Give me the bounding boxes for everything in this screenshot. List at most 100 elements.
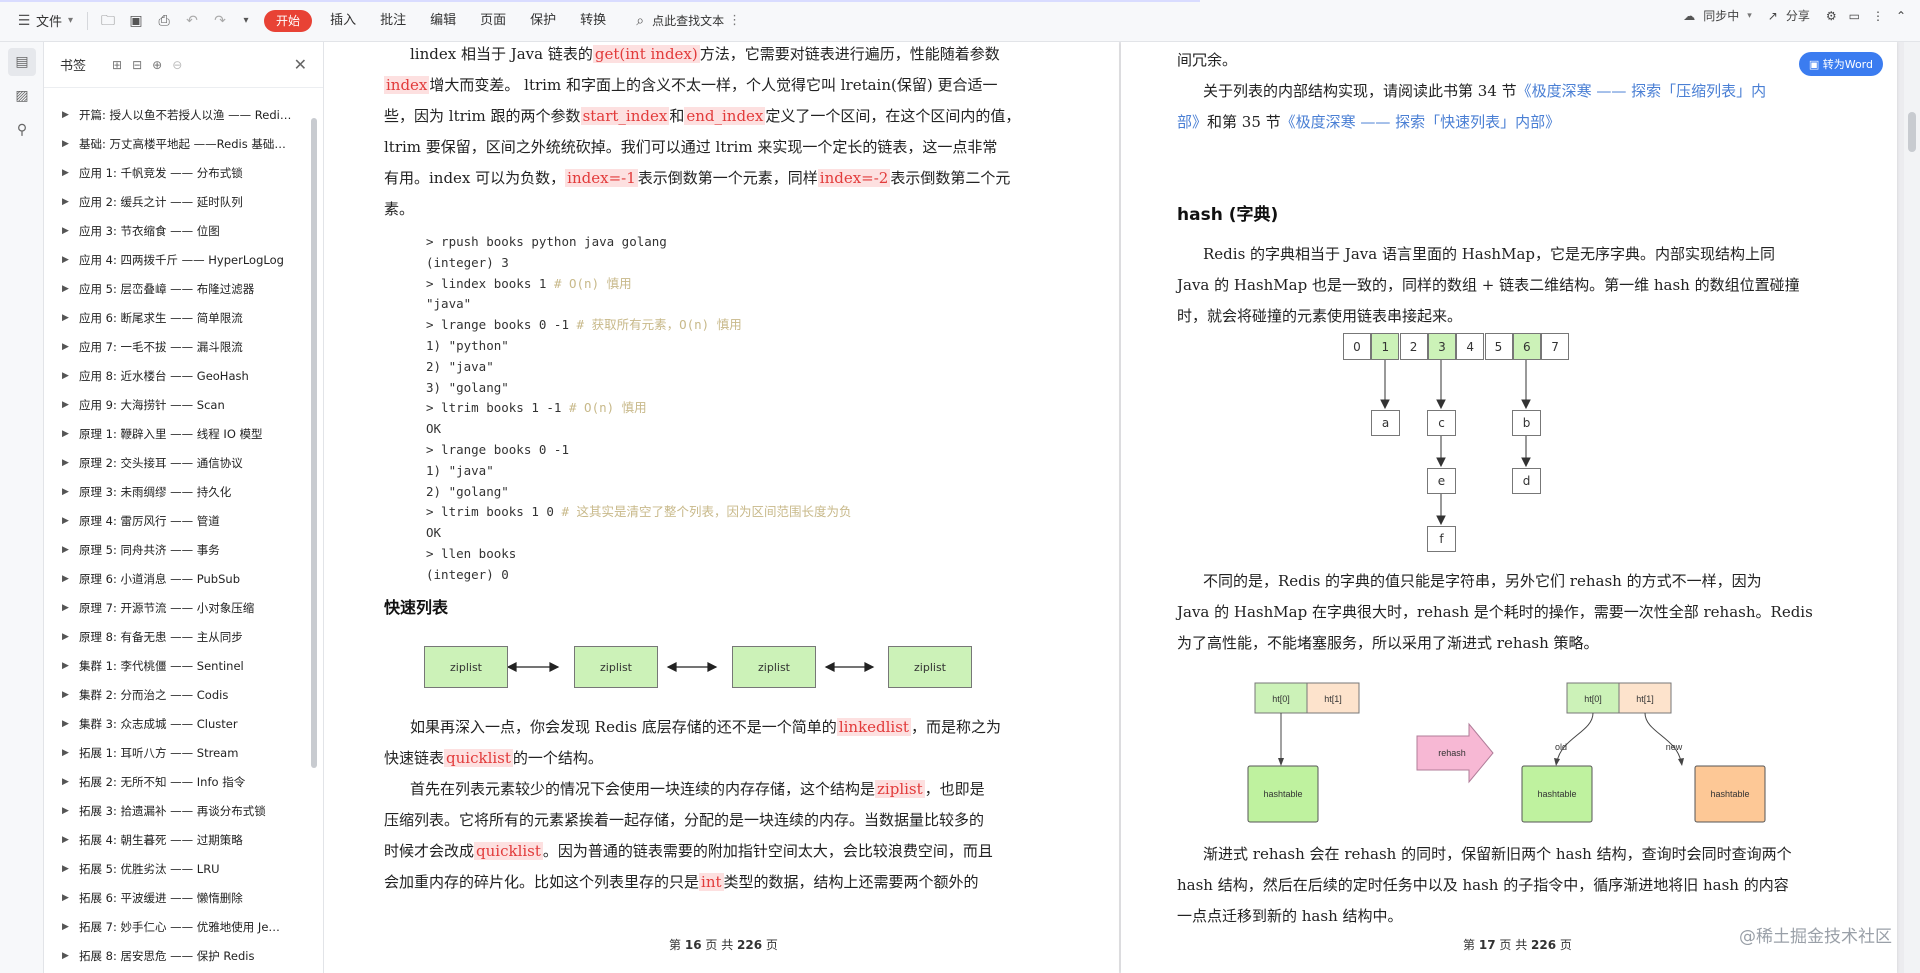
bookmark-item[interactable]: ▶ 集群 2: 分而治之 —— Codis <box>44 680 306 709</box>
bookmark-panel-icon[interactable]: ▤ <box>8 48 36 76</box>
expand-arrow-icon[interactable]: ▶ <box>62 226 70 236</box>
expand-arrow-icon[interactable]: ▶ <box>62 429 70 439</box>
bookmark-item[interactable]: ▶ 原理 3: 未雨绸缪 —— 持久化 <box>44 477 306 506</box>
ziplist-node: ziplist <box>574 646 658 688</box>
bookmark-item[interactable]: ▶ 原理 2: 交头接耳 —— 通信协议 <box>44 448 306 477</box>
bookmark-item[interactable]: ▶ 基础: 万丈高楼平地起 ——Redis 基础… <box>44 129 306 158</box>
expand-arrow-icon[interactable]: ▶ <box>62 400 70 410</box>
tab-edit[interactable]: 编辑 <box>418 7 468 35</box>
bookmark-item[interactable]: ▶ 拓展 5: 优胜劣汰 —— LRU <box>44 854 306 883</box>
bookmark-label: 集群 2: 分而治之 —— Codis <box>78 687 229 702</box>
document-area: lindex 相当于 Java 链表的 get(int index) 方法，它需要对… <box>324 42 1920 973</box>
bookmark-scrollbar[interactable] <box>311 104 319 964</box>
add-bookmark-icon[interactable]: ⊕ <box>152 58 162 72</box>
expand-all-icon[interactable]: ⊞ <box>112 58 122 72</box>
expand-arrow-icon[interactable]: ▶ <box>62 197 70 207</box>
collapse-icon[interactable]: ⌃ <box>1896 9 1906 23</box>
expand-arrow-icon[interactable]: ▶ <box>62 893 70 903</box>
hashtable-label: hashtable <box>1537 789 1576 799</box>
expand-arrow-icon[interactable]: ▶ <box>62 748 70 758</box>
print-icon[interactable]: ⎙ <box>156 13 172 29</box>
expand-arrow-icon[interactable]: ▶ <box>62 342 70 352</box>
expand-arrow-icon[interactable]: ▶ <box>62 719 70 729</box>
document-scrollbar[interactable] <box>1904 42 1920 973</box>
expand-arrow-icon[interactable]: ▶ <box>62 922 70 932</box>
comment-icon[interactable]: ▭ <box>1849 9 1860 23</box>
expand-arrow-icon[interactable]: ▶ <box>62 371 70 381</box>
bookmark-item[interactable]: ▶ 原理 6: 小道消息 —— PubSub <box>44 564 306 593</box>
bookmark-item[interactable]: ▶ 拓展 8: 居安思危 —— 保护 Redis <box>44 941 306 970</box>
bookmark-item[interactable]: ▶ 原理 5: 同舟共济 —— 事务 <box>44 535 306 564</box>
tools-icon[interactable]: ⚲ <box>8 116 36 144</box>
bookmark-item[interactable]: ▶ 拓展 4: 朝生暮死 —— 过期策略 <box>44 825 306 854</box>
bookmark-item[interactable]: ▶ 应用 2: 缓兵之计 —— 延时队列 <box>44 187 306 216</box>
more-vertical-icon[interactable]: ⋮ <box>728 13 741 28</box>
sync-status[interactable]: 同步中 <box>1703 7 1739 24</box>
redo-icon[interactable]: ↷ <box>212 13 228 29</box>
share-button[interactable]: 分享 <box>1786 7 1810 24</box>
close-icon[interactable]: ✕ <box>294 55 307 74</box>
expand-arrow-icon[interactable]: ▶ <box>62 284 70 294</box>
bookmark-item[interactable]: ▶ 应用 7: 一毛不拔 —— 漏斗限流 <box>44 332 306 361</box>
tab-convert[interactable]: 转换 <box>568 7 618 35</box>
scroll-thumb[interactable] <box>1908 112 1916 152</box>
expand-arrow-icon[interactable]: ▶ <box>62 661 70 671</box>
bookmark-item[interactable]: ▶ 原理 7: 开源节流 —— 小对象压缩 <box>44 593 306 622</box>
open-folder-icon[interactable]: 🗀 <box>100 13 116 29</box>
settings-icon[interactable]: ⚙ <box>1826 9 1837 23</box>
tab-page[interactable]: 页面 <box>468 7 518 35</box>
undo-icon[interactable]: ↶ <box>184 13 200 29</box>
bookmark-item[interactable]: ▶ 应用 6: 断尾求生 —— 简单限流 <box>44 303 306 332</box>
bookmark-item[interactable]: ▶ 应用 4: 四两拨千斤 —— HyperLogLog <box>44 245 306 274</box>
expand-arrow-icon[interactable]: ▶ <box>62 632 70 642</box>
bookmark-item[interactable]: ▶ 开篇: 授人以鱼不若授人以渔 —— Redi… <box>44 100 306 129</box>
tab-start[interactable]: 开始 <box>264 9 313 32</box>
expand-arrow-icon[interactable]: ▶ <box>62 139 70 149</box>
bookmark-item[interactable]: ▶ 原理 4: 雷厉风行 —— 管道 <box>44 506 306 535</box>
expand-arrow-icon[interactable]: ▶ <box>62 110 70 120</box>
more-icon[interactable]: ⋮ <box>1872 9 1884 23</box>
paragraph-quicklist: 如果再深入一点，你会发现 Redis 底层存储的还不是一个简单的 linkedli… <box>384 718 1001 891</box>
expand-arrow-icon[interactable]: ▶ <box>62 864 70 874</box>
bookmark-item[interactable]: ▶ 拓展 6: 平波缓进 —— 懒惰删除 <box>44 883 306 912</box>
expand-arrow-icon[interactable]: ▶ <box>62 951 70 961</box>
more-quick-icon[interactable]: ▾ <box>238 13 254 29</box>
bookmark-label: 拓展 5: 优胜劣汰 —— LRU <box>78 861 220 876</box>
bookmark-item[interactable]: ▶ 原理 8: 有备无患 —— 主从同步 <box>44 622 306 651</box>
save-icon[interactable]: ▣ <box>128 13 144 29</box>
bookmark-item[interactable]: ▶ 应用 8: 近水楼台 —— GeoHash <box>44 361 306 390</box>
expand-arrow-icon[interactable]: ▶ <box>62 690 70 700</box>
search-box[interactable]: ⌕ 点此查找文本 ⋮ <box>624 7 749 35</box>
expand-arrow-icon[interactable]: ▶ <box>62 168 70 178</box>
scroll-thumb[interactable] <box>311 118 317 768</box>
collapse-all-icon[interactable]: ⊟ <box>132 58 142 72</box>
bookmark-item[interactable]: ▶ 拓展 2: 无所不知 —— Info 指令 <box>44 767 306 796</box>
expand-arrow-icon[interactable]: ▶ <box>62 545 70 555</box>
tab-insert[interactable]: 插入 <box>318 7 368 35</box>
expand-arrow-icon[interactable]: ▶ <box>62 603 70 613</box>
tab-protect[interactable]: 保护 <box>518 7 568 35</box>
expand-arrow-icon[interactable]: ▶ <box>62 806 70 816</box>
bookmark-item[interactable]: ▶ 应用 9: 大海捞针 —— Scan <box>44 390 306 419</box>
expand-arrow-icon[interactable]: ▶ <box>62 835 70 845</box>
expand-arrow-icon[interactable]: ▶ <box>62 574 70 584</box>
bookmark-item[interactable]: ▶ 应用 3: 节衣缩食 —— 位图 <box>44 216 306 245</box>
expand-arrow-icon[interactable]: ▶ <box>62 487 70 497</box>
expand-arrow-icon[interactable]: ▶ <box>62 516 70 526</box>
expand-arrow-icon[interactable]: ▶ <box>62 255 70 265</box>
expand-arrow-icon[interactable]: ▶ <box>62 313 70 323</box>
bookmark-item[interactable]: ▶ 拓展 1: 耳听八方 —— Stream <box>44 738 306 767</box>
image-panel-icon[interactable]: ▨ <box>8 82 36 110</box>
bookmark-item[interactable]: ▶ 集群 3: 众志成城 —— Cluster <box>44 709 306 738</box>
bookmark-item[interactable]: ▶ 应用 1: 千帆竞发 —— 分布式锁 <box>44 158 306 187</box>
tab-comment[interactable]: 批注 <box>368 7 418 35</box>
delete-bookmark-icon[interactable]: ⊖ <box>172 58 182 72</box>
expand-arrow-icon[interactable]: ▶ <box>62 777 70 787</box>
file-menu[interactable]: ☰ 文件 ▾ <box>8 7 81 35</box>
bookmark-item[interactable]: ▶ 拓展 3: 拾遗漏补 —— 再谈分布式锁 <box>44 796 306 825</box>
bookmark-item[interactable]: ▶ 应用 5: 层峦叠嶂 —— 布隆过滤器 <box>44 274 306 303</box>
expand-arrow-icon[interactable]: ▶ <box>62 458 70 468</box>
bookmark-item[interactable]: ▶ 拓展 7: 妙手仁心 —— 优雅地使用 Je… <box>44 912 306 941</box>
bookmark-item[interactable]: ▶ 原理 1: 鞭辟入里 —— 线程 IO 模型 <box>44 419 306 448</box>
bookmark-item[interactable]: ▶ 集群 1: 李代桃僵 —— Sentinel <box>44 651 306 680</box>
